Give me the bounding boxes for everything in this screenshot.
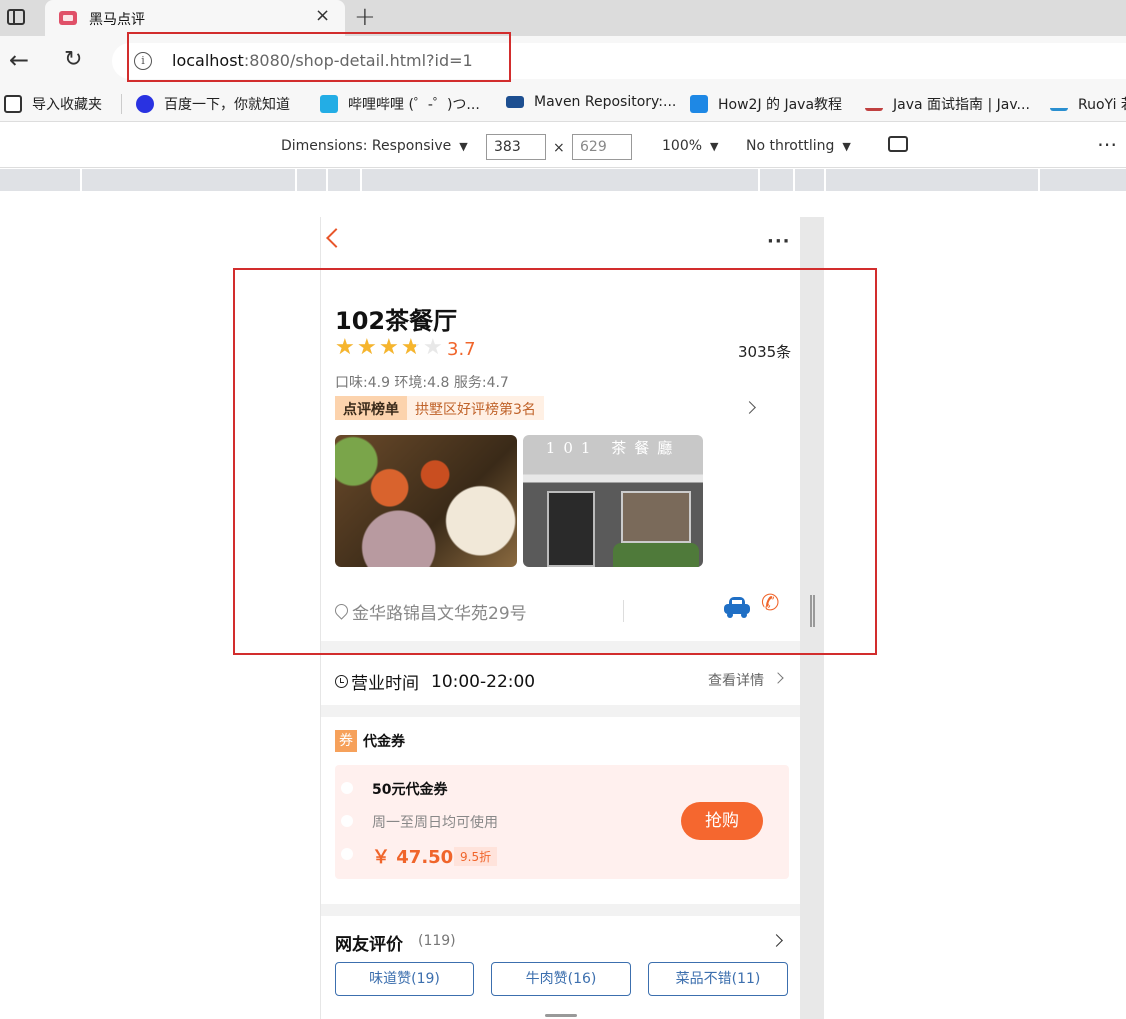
baidu-icon: [136, 95, 154, 113]
height-input[interactable]: 629: [572, 134, 632, 160]
hours-label: 营业时间: [351, 674, 419, 694]
dimensions-dropdown[interactable]: Dimensions: Responsive ▼: [281, 138, 468, 154]
maven-icon: [506, 96, 524, 108]
java-guide-icon: [865, 97, 883, 111]
import-icon: [4, 95, 22, 113]
review-tag[interactable]: 牛肉赞(16): [491, 962, 631, 996]
dropdown-arrow-icon: ▼: [710, 140, 719, 153]
voucher-price: ￥ 47.50: [372, 847, 454, 868]
section-divider: [321, 705, 800, 717]
bookmark-label: 导入收藏夹: [32, 97, 102, 113]
buy-button[interactable]: 抢购: [681, 802, 763, 840]
bookmark-how2j[interactable]: How2J 的 Java教程: [690, 94, 842, 114]
zoom-dropdown[interactable]: 100% ▼: [662, 138, 719, 154]
bookmark-label: 百度一下，你就知道: [164, 97, 290, 113]
more-icon[interactable]: ···: [767, 233, 791, 251]
bookmark-ruoyi[interactable]: RuoYi 若: [1050, 94, 1126, 114]
chevron-right-icon[interactable]: [772, 672, 784, 684]
dimension-times: ×: [553, 140, 565, 156]
device-toolbar: Dimensions: Responsive ▼ 383 × 629 100% ▼ …: [0, 122, 1126, 168]
tab-active[interactable]: 黑马点评 ×: [45, 0, 345, 36]
business-hours: 营业时间 10:00-22:00: [335, 669, 535, 694]
voucher-discount: 9.5折: [454, 847, 498, 866]
bookmark-label: Maven Repository:...: [534, 94, 677, 110]
decor-dot: [341, 815, 353, 827]
bookmark-label: RuoYi 若: [1078, 97, 1126, 113]
review-tag[interactable]: 菜品不错(11): [648, 962, 788, 996]
annotation-box-url: [127, 32, 511, 82]
bilibili-icon: [320, 95, 338, 113]
new-tab-icon[interactable]: +: [354, 2, 376, 32]
rotate-icon[interactable]: [888, 136, 908, 152]
tab-bar: 黑马点评 × +: [0, 0, 1126, 36]
more-options-icon[interactable]: ⋯: [1097, 132, 1117, 156]
dimensions-label: Dimensions: Responsive: [281, 138, 452, 154]
annotation-box-shop-info: [233, 268, 877, 655]
favicon-icon: [59, 11, 77, 25]
bookmark-label: 哔哩哔哩 (゜-゜)つ...: [348, 97, 480, 113]
bookmark-java-guide[interactable]: Java 面试指南 | Jav...: [865, 94, 1030, 114]
tab-close-icon[interactable]: ×: [315, 6, 330, 26]
bookmark-label: How2J 的 Java教程: [718, 97, 843, 113]
throttling-dropdown[interactable]: No throttling ▼: [746, 138, 851, 154]
viewport-bottom-resize-handle[interactable]: [545, 1014, 577, 1017]
back-icon[interactable]: ←: [9, 47, 29, 73]
ruoyi-icon: [1050, 97, 1068, 111]
bookmark-divider: [121, 94, 122, 114]
section-divider: [321, 904, 800, 916]
bookmark-bilibili[interactable]: 哔哩哔哩 (゜-゜)つ...: [320, 94, 480, 114]
bookmark-maven[interactable]: Maven Repository:...: [506, 94, 676, 110]
bookmark-baidu[interactable]: 百度一下，你就知道: [136, 94, 290, 114]
how2j-icon: [690, 95, 708, 113]
hours-detail-link[interactable]: 查看详情: [708, 670, 764, 690]
reviews-title: 网友评价: [335, 935, 403, 955]
voucher-section-title: 代金券: [363, 734, 405, 750]
bookmarks-bar: 导入收藏夹 百度一下，你就知道 哔哩哔哩 (゜-゜)つ... Maven Rep…: [0, 86, 1126, 122]
voucher-header: 券 代金券: [335, 730, 405, 752]
review-tag[interactable]: 味道赞(19): [335, 962, 474, 996]
clock-icon: [335, 675, 348, 688]
dropdown-arrow-icon: ▼: [459, 140, 468, 153]
tab-title: 黑马点评: [89, 12, 145, 28]
bookmark-label: Java 面试指南 | Jav...: [893, 97, 1030, 113]
tab-actions-icon[interactable]: [7, 9, 25, 25]
width-input[interactable]: 383: [486, 134, 546, 160]
media-query-ruler[interactable]: [0, 169, 1126, 191]
bookmark-import[interactable]: 导入收藏夹: [4, 94, 102, 114]
zoom-label: 100%: [662, 138, 703, 154]
throttling-label: No throttling: [746, 138, 835, 154]
voucher-card[interactable]: 50元代金券 周一至周日均可使用 ￥ 47.50 9.5折 抢购: [335, 765, 789, 879]
voucher-desc: 周一至周日均可使用: [372, 815, 498, 831]
decor-dot: [341, 848, 353, 860]
reload-icon[interactable]: ↻: [64, 47, 82, 73]
hours-time: 10:00-22:00: [431, 671, 536, 692]
voucher-title: 50元代金券: [372, 782, 448, 798]
decor-dot: [341, 782, 353, 794]
back-arrow-icon[interactable]: [326, 228, 346, 248]
dropdown-arrow-icon: ▼: [842, 140, 851, 153]
reviews-count: (119): [418, 933, 456, 949]
chevron-right-icon[interactable]: [770, 934, 783, 947]
voucher-badge-icon: 券: [335, 730, 357, 752]
